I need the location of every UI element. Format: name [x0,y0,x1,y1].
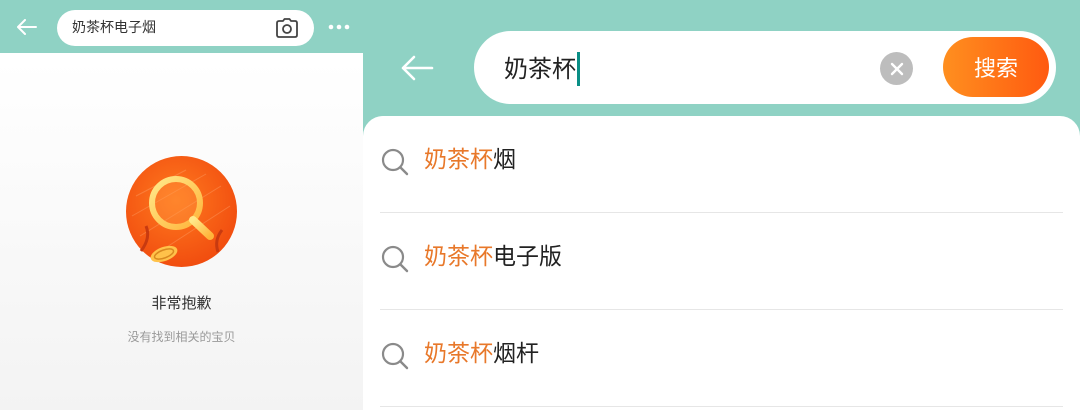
suggestion-item[interactable]: 奶茶杯电子版 [380,213,1063,310]
suggestion-rest: 烟 [493,147,516,173]
empty-state-subtitle: 没有找到相关的宝贝 [127,330,236,344]
search-icon [381,245,409,273]
suggestion-highlight: 奶茶杯 [424,244,493,270]
search-field[interactable]: 奶茶杯电子烟 [57,10,314,46]
suggestion-text: 奶茶杯烟杆 [424,338,539,370]
no-results-screen: 奶茶杯电子烟 非常抱歉 没有找到相关的宝贝 [0,0,363,410]
clear-icon[interactable] [880,52,913,85]
magnifier-illustration-icon [126,156,237,267]
suggestion-rest: 电子版 [493,244,562,270]
suggestion-item[interactable]: 奶茶杯烟 [380,116,1063,213]
search-icon [381,148,409,176]
back-arrow-icon[interactable] [14,14,40,40]
back-arrow-icon[interactable] [397,48,437,88]
search-query-text: 奶茶杯电子烟 [72,20,156,36]
text-caret [577,52,580,86]
search-button[interactable]: 搜索 [943,37,1049,97]
suggestion-text: 奶茶杯烟 [424,144,516,176]
suggestion-rest: 烟杆 [493,341,539,367]
search-input-text: 奶茶杯 [504,55,576,83]
top-search-bar: 奶茶杯电子烟 [0,0,363,53]
search-input[interactable]: 奶茶杯 [504,52,580,86]
search-suggestions-screen: 奶茶杯 搜索 奶茶杯烟 奶茶杯电子版 奶茶杯烟杆 [363,0,1080,410]
search-icon [381,342,409,370]
empty-state-title: 非常抱歉 [151,294,212,312]
suggestion-item[interactable]: 奶茶杯烟杆 [380,310,1063,407]
suggestion-highlight: 奶茶杯 [424,341,493,367]
search-bar: 奶茶杯 搜索 [474,31,1056,104]
suggestion-text: 奶茶杯电子版 [424,241,562,273]
more-dots-icon[interactable] [326,16,352,38]
camera-icon[interactable] [274,16,300,40]
suggestion-list: 奶茶杯烟 奶茶杯电子版 奶茶杯烟杆 [363,116,1080,410]
suggestion-highlight: 奶茶杯 [424,147,493,173]
divider [380,406,1063,407]
